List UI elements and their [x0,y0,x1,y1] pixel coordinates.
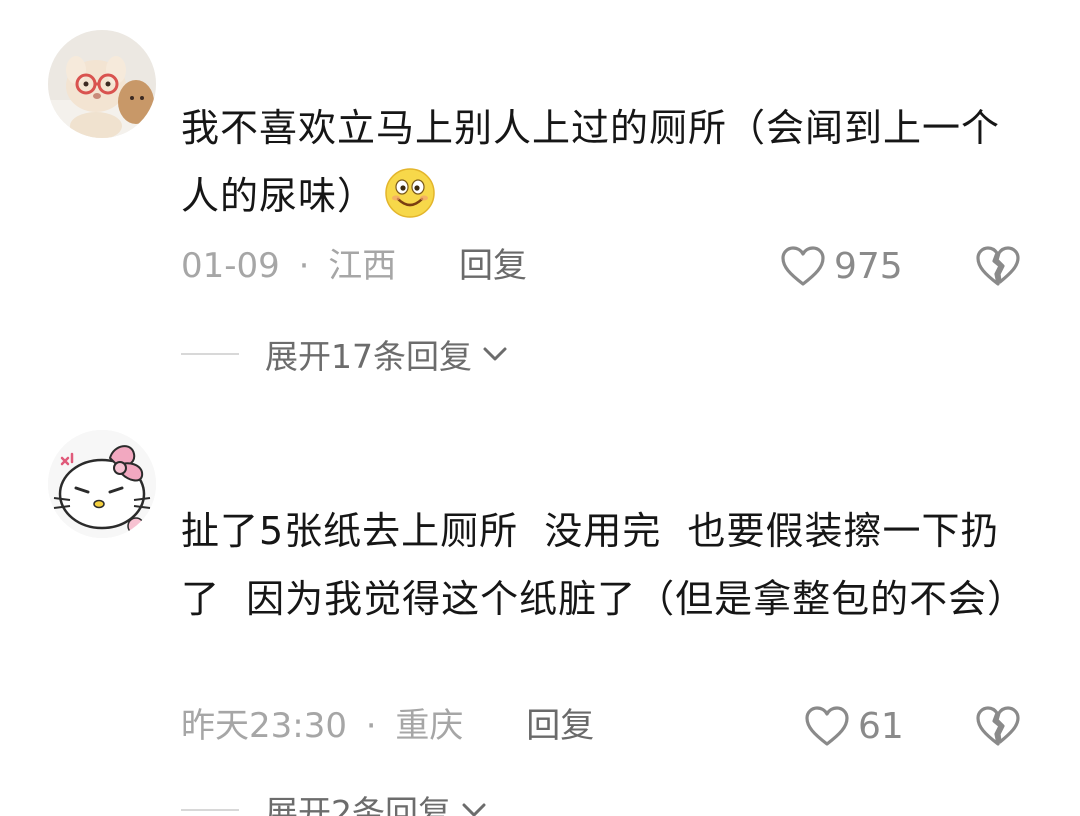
expand-replies-button[interactable]: 展开2条回复 [181,790,487,816]
avatar[interactable] [48,30,156,138]
expand-replies-label: 展开17条回复 [265,337,472,376]
comment-text-content: 我不喜欢立马上别人上过的厕所（会闻到上一个人的尿味） [181,106,1001,218]
avatar-image [48,430,156,538]
comment-location: 江西 [328,246,397,286]
heart-icon [781,246,825,286]
avatar[interactable] [48,430,156,538]
comment-date: 昨天23:30 [181,706,347,746]
meta-separator: · [298,246,310,286]
like-button[interactable]: 61 [804,702,924,750]
avatar-image [48,30,156,138]
dislike-button[interactable] [974,702,1022,750]
like-count: 975 [834,245,903,287]
reply-button[interactable]: 回复 [459,246,527,286]
reply-button[interactable]: 回复 [526,706,594,746]
like-count: 61 [858,705,904,747]
expand-replies-label: 展开2条回复 [265,793,451,816]
comment-item: 扯了5张纸去上厕所 没用完 也要假装擦一下扔了 因为我觉得这个纸脏了（但是拿整包… [0,400,1080,816]
chevron-down-icon [462,803,486,816]
grinning-face-icon [385,168,435,218]
comment-meta: 01-09 · 江西 回复 [181,242,527,290]
comment-text: 我不喜欢立马上别人上过的厕所（会闻到上一个人的尿味） [181,94,1031,230]
comment-meta: 昨天23:30 · 重庆 回复 [181,702,594,750]
meta-separator: · [365,706,377,746]
comment-location: 重庆 [395,706,464,746]
comment-list: 我不喜欢立马上别人上过的厕所（会闻到上一个人的尿味） 01-09 · 江西 回复… [0,0,1080,816]
chevron-down-icon [483,347,507,361]
dislike-button[interactable] [974,242,1022,290]
expand-divider [181,353,239,355]
expand-divider [181,809,239,811]
comment-item: 我不喜欢立马上别人上过的厕所（会闻到上一个人的尿味） 01-09 · 江西 回复… [0,0,1080,400]
heart-icon [805,706,849,746]
expand-replies-button[interactable]: 展开17条回复 [181,334,508,376]
broken-heart-icon [976,246,1020,286]
broken-heart-icon [976,706,1020,746]
comment-text: 扯了5张纸去上厕所 没用完 也要假装擦一下扔了 因为我觉得这个纸脏了（但是拿整包… [181,509,1027,621]
comment-date: 01-09 [181,246,280,286]
like-button[interactable]: 975 [780,242,920,290]
